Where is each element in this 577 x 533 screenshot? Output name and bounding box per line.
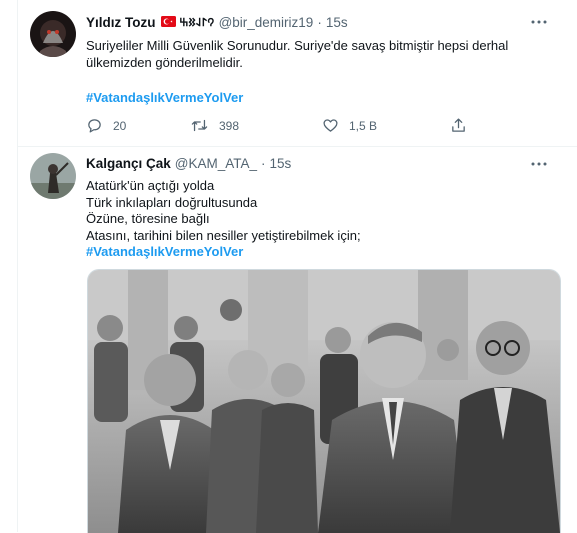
like-count: 1,5 B — [349, 118, 378, 133]
more-icon[interactable] — [529, 14, 549, 30]
tweet-actions: 20 398 1,5 B — [86, 117, 486, 135]
tweet-text: Atatürk'ün açtığı yolda Türk inkılapları… — [86, 178, 557, 261]
user-handle[interactable]: @bir_demiriz19 — [219, 15, 314, 30]
timeline: Yıldız Tozu 𐰘𐰃𐰞𐰑𐰕 @bir_demiriz19 · 15s S… — [0, 0, 577, 533]
turkey-flag-icon — [160, 15, 176, 30]
separator-dot: · — [317, 14, 322, 30]
retweet-button[interactable]: 398 — [190, 117, 239, 134]
tweet-line: Atatürk'ün açtığı yolda — [86, 178, 215, 193]
tweet[interactable]: Kalgançı Çak @KAM_ATA_ · 15s Atatürk'ün … — [18, 147, 577, 533]
tweet-line: Türk inkılapları doğrultusunda — [86, 194, 258, 210]
reply-icon — [88, 119, 101, 133]
share-button[interactable] — [450, 117, 477, 134]
tweet[interactable]: Yıldız Tozu 𐰘𐰃𐰞𐰑𐰕 @bir_demiriz19 · 15s S… — [18, 0, 577, 147]
name-runes: 𐰘𐰃𐰞𐰑𐰕 — [179, 16, 215, 29]
retweet-count: 398 — [219, 118, 240, 133]
tweet-line: Özüne, töresine bağlı — [86, 211, 210, 226]
tweet-header: Kalgançı Çak @KAM_ATA_ · 15s — [86, 153, 547, 173]
separator-dot: · — [261, 155, 266, 171]
tweet-header: Yıldız Tozu 𐰘𐰃𐰞𐰑𐰕 @bir_demiriz19 · 15s — [86, 12, 547, 32]
display-name[interactable]: Yıldız Tozu — [86, 15, 156, 30]
reply-button[interactable]: 20 — [86, 117, 126, 134]
like-button[interactable]: 1,5 B — [322, 117, 377, 134]
more-icon[interactable] — [529, 156, 549, 172]
heart-icon — [323, 119, 338, 132]
retweet-icon — [191, 119, 208, 132]
share-icon — [452, 118, 465, 132]
user-handle[interactable]: @KAM_ATA_ — [175, 156, 257, 171]
tweet-text: Suriyeliler Milli Güvenlik Sorunudur. Su… — [86, 38, 509, 70]
timestamp[interactable]: 15s — [326, 15, 348, 30]
timestamp[interactable]: 15s — [270, 156, 292, 171]
tweet-photo[interactable] — [87, 269, 561, 533]
tweet-line: Atasını, tarihini bilen nesiller yetişti… — [86, 227, 361, 243]
hashtag-link[interactable]: #VatandaşlıkVermeYolVer — [86, 90, 243, 105]
avatar[interactable] — [30, 11, 76, 57]
display-name[interactable]: Kalgançı Çak — [86, 156, 171, 171]
reply-count: 20 — [113, 118, 127, 133]
avatar[interactable] — [30, 153, 76, 199]
hashtag-link[interactable]: #VatandaşlıkVermeYolVer — [86, 244, 557, 261]
